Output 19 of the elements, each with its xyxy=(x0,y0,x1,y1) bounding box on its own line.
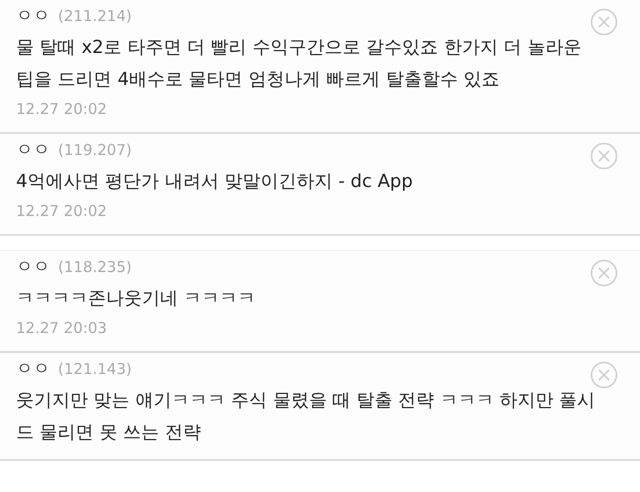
comment-date: 12.27 20:02 xyxy=(16,99,108,120)
comment-text: ㅋㅋㅋㅋ존나웃기네 ㅋㅋㅋㅋ xyxy=(16,287,257,311)
delete-icon[interactable] xyxy=(590,142,618,170)
comment-ip: (121.143) xyxy=(58,360,132,378)
comment-text: 4억에사면 평단가 내려서 맞말이긴하지 - dc App xyxy=(16,170,414,194)
comment-ip: (119.207) xyxy=(58,141,132,159)
delete-icon[interactable] xyxy=(590,361,618,389)
comment-text: 웃기지만 맞는 얘기ㅋㅋㅋ 주식 물렸을 때 탈출 전략 ㅋㅋㅋ 하지만 풀시드 물리면 못 쓰는 전략 xyxy=(16,389,596,445)
delete-icon[interactable] xyxy=(590,259,618,287)
comment-ip: (211.214) xyxy=(58,7,132,25)
comment-ip: (118.235) xyxy=(58,258,132,276)
comment-author: ㅇㅇ xyxy=(16,139,50,161)
delete-icon[interactable] xyxy=(590,8,618,36)
comment-author: ㅇㅇ xyxy=(16,5,50,27)
comment-text: 물 탈때 x2로 타주면 더 빨리 수익구간으로 갈수있죠 한가지 더 놀라운 팁을 드리면 4배수로 물타면 엄청나게 빠르게 탈출할수 있죠 xyxy=(16,36,582,92)
comment-date: 12.27 20:02 xyxy=(16,201,108,222)
comment-author: ㅇㅇ xyxy=(16,358,50,380)
comment-author: ㅇㅇ xyxy=(16,256,50,278)
comment-date: 12.27 20:03 xyxy=(16,318,108,339)
